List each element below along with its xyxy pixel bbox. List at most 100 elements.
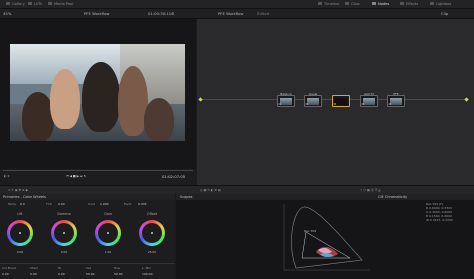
node-label: Grade bbox=[308, 91, 318, 96]
temp-label: Temp bbox=[8, 202, 16, 206]
node-balance[interactable]: Balance 01 bbox=[277, 91, 295, 107]
offset-value[interactable]: 25.00 bbox=[137, 250, 167, 254]
palette-icons-right[interactable]: ✧ ⬡ ▦ ⦿ ☰ ◭ bbox=[360, 188, 381, 192]
input-node-icon bbox=[198, 96, 203, 102]
effects-label: Effects bbox=[406, 1, 419, 6]
col-boost-value[interactable]: 0.00 bbox=[2, 272, 9, 276]
tint-value[interactable]: 0.00 bbox=[58, 202, 65, 206]
gamma-value[interactable]: 0.00 bbox=[49, 250, 79, 254]
timeline-icon bbox=[318, 2, 322, 5]
hue-value[interactable]: 50.00 bbox=[114, 272, 123, 276]
gallery-icon bbox=[6, 2, 10, 5]
color-panel-title: Primaries - Color Wheels bbox=[3, 195, 46, 199]
temp-value[interactable]: 0.0 bbox=[20, 202, 25, 206]
node-editor[interactable]: Balance 01 Grade 02 03 ALN T2 04 PFE 05 bbox=[197, 19, 474, 185]
lightbox-icon bbox=[430, 2, 434, 5]
nodes-label: Nodes bbox=[378, 1, 390, 6]
node-aln-t2[interactable]: ALN T2 04 bbox=[360, 91, 378, 107]
media-pool-icon bbox=[48, 2, 52, 5]
scope-mode-select[interactable]: CIE Chromaticity bbox=[378, 195, 407, 199]
nodes-tab[interactable]: Nodes bbox=[372, 2, 389, 6]
node-number: 03 bbox=[333, 102, 337, 106]
offset-label: Offset bbox=[146, 212, 158, 216]
person-figure bbox=[50, 69, 80, 129]
contrast-value[interactable]: 1.000 bbox=[100, 202, 109, 206]
scrubber-track[interactable] bbox=[3, 170, 193, 171]
lightbox-label: Lightbox bbox=[436, 1, 452, 6]
gallery-label: Gallery bbox=[12, 1, 25, 6]
node-thumbnail bbox=[280, 97, 292, 105]
clips-label: Clips bbox=[351, 1, 360, 6]
highlights-value[interactable]: 0.00 bbox=[58, 272, 65, 276]
hue-label: Hue bbox=[114, 266, 121, 270]
node-selected[interactable]: 03 bbox=[332, 95, 350, 107]
top-toolbar: Gallery LUTs Media Pool Timeline Clips N… bbox=[0, 0, 474, 9]
offset-color-wheel[interactable] bbox=[139, 220, 165, 246]
luts-label: LUTs bbox=[34, 1, 42, 6]
node-editor-title: PFE Workflow bbox=[218, 11, 244, 16]
zoom-level[interactable]: 45% bbox=[3, 11, 11, 16]
node-number: 01 bbox=[278, 102, 282, 106]
gain-value[interactable]: 1.00 bbox=[93, 250, 123, 254]
luts-tab[interactable]: LUTs bbox=[28, 2, 42, 6]
col-boost-label: Col Boost bbox=[2, 266, 17, 270]
gain-color-wheel[interactable] bbox=[95, 220, 121, 246]
person-figure bbox=[82, 62, 120, 132]
lift-value[interactable]: 0.00 bbox=[5, 250, 35, 254]
effects-icon bbox=[400, 2, 404, 5]
lum-mix-value[interactable]: 100.00 bbox=[142, 272, 153, 276]
saturation-label: Sat bbox=[86, 266, 91, 270]
clip-mode-label[interactable]: Clip bbox=[441, 11, 448, 16]
node-pfe[interactable]: PFE 05 bbox=[387, 91, 405, 107]
lightbox-tab[interactable]: Lightbox bbox=[430, 2, 451, 6]
tint-label: Tint bbox=[46, 202, 52, 206]
node-grade[interactable]: Grade 02 bbox=[304, 91, 322, 107]
header-timecode: 01:00:30:11 bbox=[148, 11, 172, 16]
person-figure bbox=[144, 98, 174, 141]
media-pool-tab[interactable]: Media Pool bbox=[48, 2, 73, 6]
viewer-options-icon[interactable]: ⚙ bbox=[171, 11, 174, 16]
contrast-label: Cont bbox=[88, 202, 96, 206]
palette-icons-left[interactable]: ⊙ ✦ ◉ ✚ ⊕ ◆ bbox=[8, 188, 28, 192]
viewer-mode-icon[interactable]: ◐ ▾ bbox=[4, 174, 9, 178]
shadows-value[interactable]: 0.00 bbox=[30, 272, 37, 276]
palette-icons-middle[interactable]: ◎ ▣ ✎ ◐ ⊗ ▤ bbox=[200, 188, 221, 192]
gamma-color-wheel[interactable] bbox=[51, 220, 77, 246]
node-label: Balance bbox=[280, 91, 292, 96]
saturation-value[interactable]: 50.00 bbox=[86, 272, 95, 276]
node-thumbnail bbox=[307, 97, 319, 105]
node-thumbnail bbox=[363, 97, 375, 105]
pivot-value[interactable]: 0.435 bbox=[138, 202, 147, 206]
node-number: 04 bbox=[361, 102, 365, 106]
scope-info: Rec.709 (F) R 0.6400, 0.3300 G 0.3000, 0… bbox=[426, 202, 472, 222]
node-number: 02 bbox=[305, 102, 309, 106]
video-frame bbox=[10, 44, 185, 141]
clips-tab[interactable]: Clips bbox=[345, 2, 360, 6]
lum-mix-label: L. Mix bbox=[142, 266, 151, 270]
timeline-label: Timeline bbox=[324, 1, 340, 6]
gain-label: Gain bbox=[104, 212, 112, 216]
edited-status: Edited bbox=[257, 11, 270, 16]
viewer-timecode: 01:02:07:05 bbox=[162, 174, 186, 179]
transport-buttons[interactable]: ⏮ ◀ ■ ▶ ⏭ ↻ bbox=[66, 174, 86, 178]
cie-chromaticity-plot: Rec.709 bbox=[283, 204, 370, 271]
info-line: W 0.3127, 0.3290 bbox=[426, 218, 453, 222]
color-wheels-panel: Temp 0.0 Tint 0.00 Cont 1.000 Pivot 0.43… bbox=[0, 200, 175, 279]
gallery-tab[interactable]: Gallery bbox=[6, 2, 25, 6]
nodes-icon bbox=[372, 2, 376, 5]
node-label: ALN T2 bbox=[364, 91, 374, 96]
timeline-tab[interactable]: Timeline bbox=[318, 2, 339, 6]
shadows-label: Shad bbox=[30, 266, 38, 270]
node-number: 05 bbox=[388, 102, 392, 106]
viewer-header: 45% PFE Workflow 01:00:30:11 ⚙ PFE Workf… bbox=[0, 9, 474, 19]
pivot-label: Pivot bbox=[124, 202, 132, 206]
clips-icon bbox=[345, 2, 349, 5]
divider bbox=[0, 263, 175, 264]
lift-color-wheel[interactable] bbox=[7, 220, 33, 246]
node-thumbnail bbox=[390, 97, 402, 105]
node-label: PFE bbox=[393, 91, 399, 96]
effects-tab[interactable]: Effects bbox=[400, 2, 418, 6]
scopes-title: Scopes bbox=[180, 195, 193, 199]
media-pool-label: Media Pool bbox=[54, 1, 74, 6]
project-name: PFE Workflow bbox=[84, 11, 110, 16]
